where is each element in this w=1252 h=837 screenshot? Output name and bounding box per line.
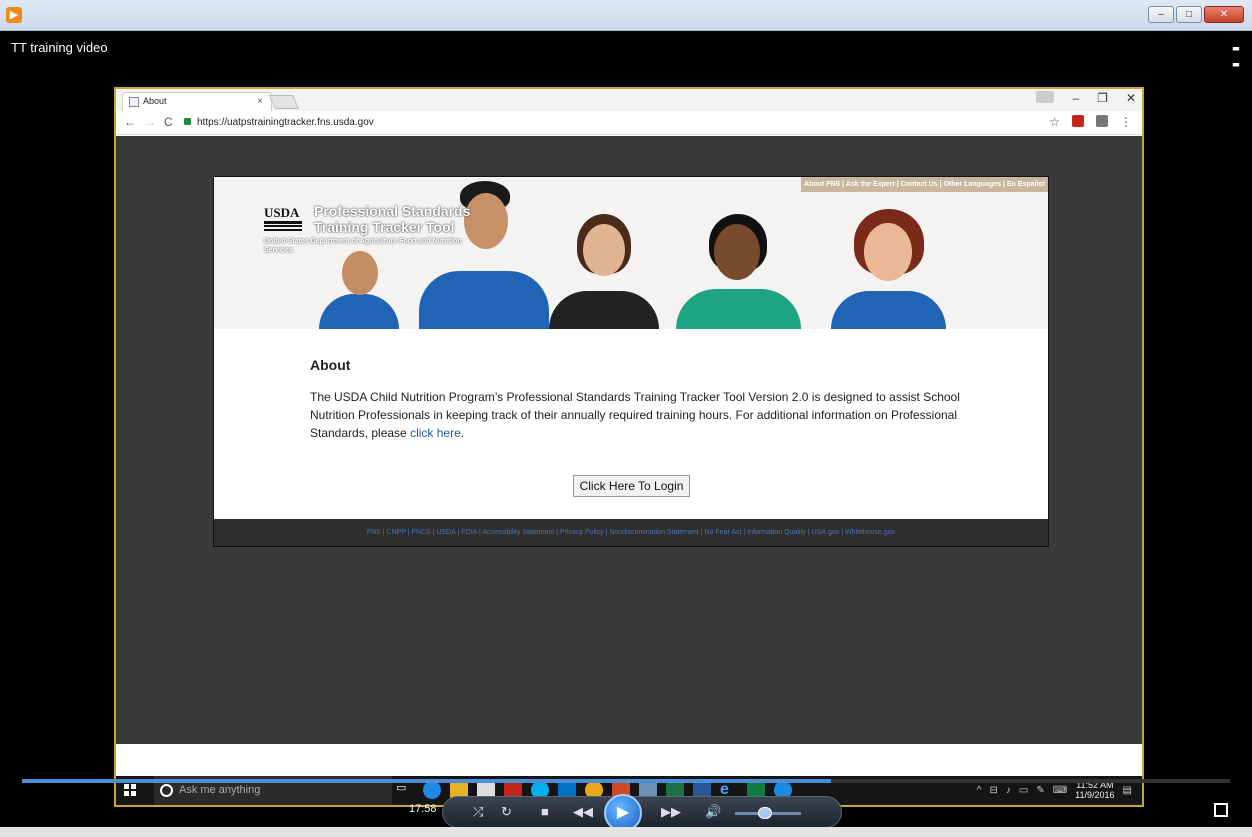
- browser-restore-icon[interactable]: ❐: [1097, 91, 1108, 105]
- seek-bar[interactable]: [22, 779, 1230, 783]
- shuffle-icon[interactable]: ⤮: [473, 804, 483, 820]
- usda-logo-stripe: [264, 225, 302, 231]
- stop-icon[interactable]: ■: [541, 804, 549, 819]
- staff-photo: [826, 209, 951, 329]
- control-pill: ⤮ ↻ ■ ◀◀ ▶ ▶▶ 🔊: [442, 794, 842, 832]
- fullscreen-icon[interactable]: [1214, 803, 1228, 817]
- bottom-taskbar-strip: [0, 827, 1252, 837]
- about-text: The USDA Child Nutrition Program’s Profe…: [310, 390, 960, 440]
- click-here-link[interactable]: click here: [410, 426, 461, 440]
- address-bar[interactable]: https://uatpstrainingtracker.fns.usda.go…: [184, 114, 1034, 132]
- tab-close-icon[interactable]: ×: [257, 93, 263, 110]
- about-section: About The USDA Child Nutrition Program’s…: [310, 357, 990, 442]
- next-icon[interactable]: ▶▶: [661, 804, 681, 820]
- secure-lock-icon: [184, 118, 191, 125]
- close-button[interactable]: ✕: [1204, 6, 1244, 23]
- url-text: https://uatpstrainingtracker.fns.usda.go…: [197, 117, 374, 128]
- video-title: TT training video: [11, 40, 108, 55]
- elapsed-time: 17:58: [409, 803, 437, 815]
- pdf-extension-icon[interactable]: [1072, 115, 1084, 127]
- tab-title: About: [143, 96, 167, 106]
- previous-icon[interactable]: ◀◀: [573, 804, 593, 820]
- forward-icon[interactable]: →: [144, 115, 156, 129]
- mouse-cursor-icon: [922, 497, 940, 515]
- bookmark-star-icon[interactable]: ☆: [1049, 115, 1060, 129]
- window-titlebar[interactable]: ▶ – □ ✕: [0, 0, 1252, 31]
- site-container: About FNS | Ask the Expert | Contact Us …: [213, 176, 1049, 547]
- browser-tab-about[interactable]: About ×: [122, 92, 272, 111]
- media-player-window: ▶ – □ ✕ TT training video ▪▪ ▪▪ About × –: [0, 0, 1252, 837]
- reload-icon[interactable]: C: [164, 115, 173, 129]
- page-viewport: About FNS | Ask the Expert | Contact Us …: [116, 136, 1142, 744]
- volume-icon[interactable]: 🔊: [705, 804, 721, 820]
- about-heading: About: [310, 357, 351, 373]
- minimize-button[interactable]: –: [1148, 6, 1174, 23]
- page-favicon-icon: [129, 97, 139, 107]
- video-frame[interactable]: About × – ❐ ✕ ← → C https://uatpstrainin…: [114, 87, 1144, 807]
- seek-bar-fill: [22, 779, 832, 783]
- switch-to-library-icon[interactable]: ▪▪ ▪▪: [1232, 40, 1240, 72]
- login-button[interactable]: Click Here To Login: [573, 475, 690, 497]
- browser-close-icon[interactable]: ✕: [1126, 91, 1136, 105]
- staff-photo: [539, 214, 669, 329]
- player-body: TT training video ▪▪▪▪ About × – ❐ ✕ ←: [0, 31, 1252, 837]
- site-subtitle: United States Department of Agriculture …: [264, 238, 462, 254]
- back-icon[interactable]: ←: [124, 115, 136, 129]
- staff-photo: [671, 214, 806, 329]
- new-tab-button[interactable]: [268, 95, 300, 109]
- volume-slider-thumb[interactable]: [757, 807, 772, 819]
- about-end: .: [460, 426, 465, 440]
- maximize-button[interactable]: □: [1176, 6, 1202, 23]
- top-links[interactable]: About FNS | Ask the Expert | Contact Us …: [801, 177, 1048, 192]
- site-title: Professional Standards Training Tracker …: [314, 203, 471, 235]
- browser-tab-strip: About × – ❐ ✕: [116, 89, 1142, 111]
- about-paragraph: The USDA Child Nutrition Program’s Profe…: [310, 388, 990, 442]
- repeat-icon[interactable]: ↻: [501, 804, 512, 820]
- site-footer-links[interactable]: FNS | CNPP | FNCS | USDA | FOIA | Access…: [214, 519, 1048, 546]
- browser-toolbar: ← → C https://uatpstrainingtracker.fns.u…: [116, 111, 1142, 135]
- chrome-menu-icon[interactable]: ⋮: [1120, 115, 1132, 129]
- hero-banner: About FNS | Ask the Expert | Contact Us …: [214, 177, 1048, 329]
- extension-icon[interactable]: [1096, 115, 1108, 127]
- browser-minimize-icon[interactable]: –: [1072, 91, 1079, 105]
- profile-icon[interactable]: [1036, 91, 1055, 103]
- media-player-app-icon: ▶: [6, 7, 22, 23]
- usda-logo-text: USDA: [264, 205, 302, 224]
